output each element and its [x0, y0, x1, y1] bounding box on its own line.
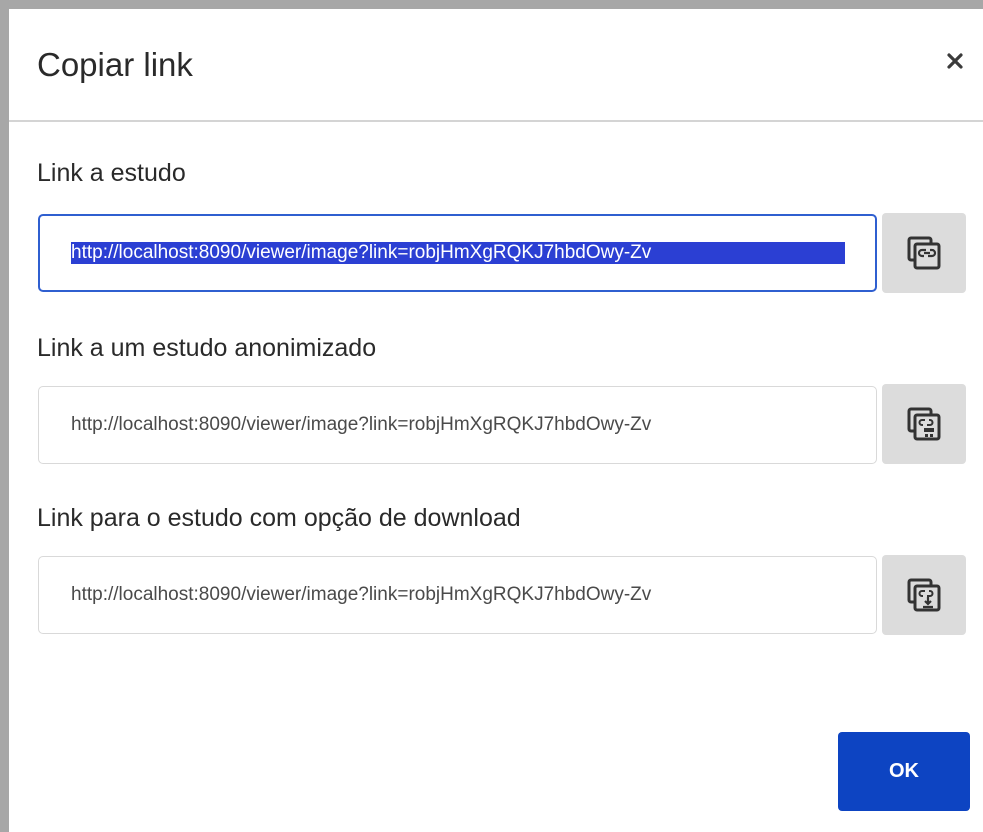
- download-link-field[interactable]: [38, 556, 877, 634]
- window-frame-left: [0, 0, 9, 832]
- download-link-input[interactable]: [71, 584, 845, 606]
- window-frame-top: [9, 0, 983, 9]
- dialog-header: Copiar link: [9, 9, 983, 122]
- close-icon[interactable]: [941, 47, 969, 75]
- download-link-label: Link para o estudo com opção de download: [37, 504, 521, 532]
- copy-anonymized-link-icon: [907, 407, 941, 441]
- copy-link-icon: [907, 236, 941, 270]
- study-link-label: Link a estudo: [37, 159, 186, 187]
- anonymized-link-input[interactable]: [71, 414, 845, 436]
- copy-link-dialog: Copiar link Link a estudo Link a um estu…: [9, 9, 983, 832]
- copy-download-link-button[interactable]: [882, 555, 966, 635]
- copy-download-link-icon: [907, 578, 941, 612]
- copy-anonymized-link-button[interactable]: [882, 384, 966, 464]
- anonymized-link-field[interactable]: [38, 386, 877, 464]
- study-link-field[interactable]: [38, 214, 877, 292]
- copy-study-link-button[interactable]: [882, 213, 966, 293]
- anonymized-link-label: Link a um estudo anonimizado: [37, 334, 377, 362]
- dialog-title: Copiar link: [37, 46, 193, 83]
- study-link-input[interactable]: [71, 242, 845, 264]
- ok-button[interactable]: OK: [838, 732, 970, 811]
